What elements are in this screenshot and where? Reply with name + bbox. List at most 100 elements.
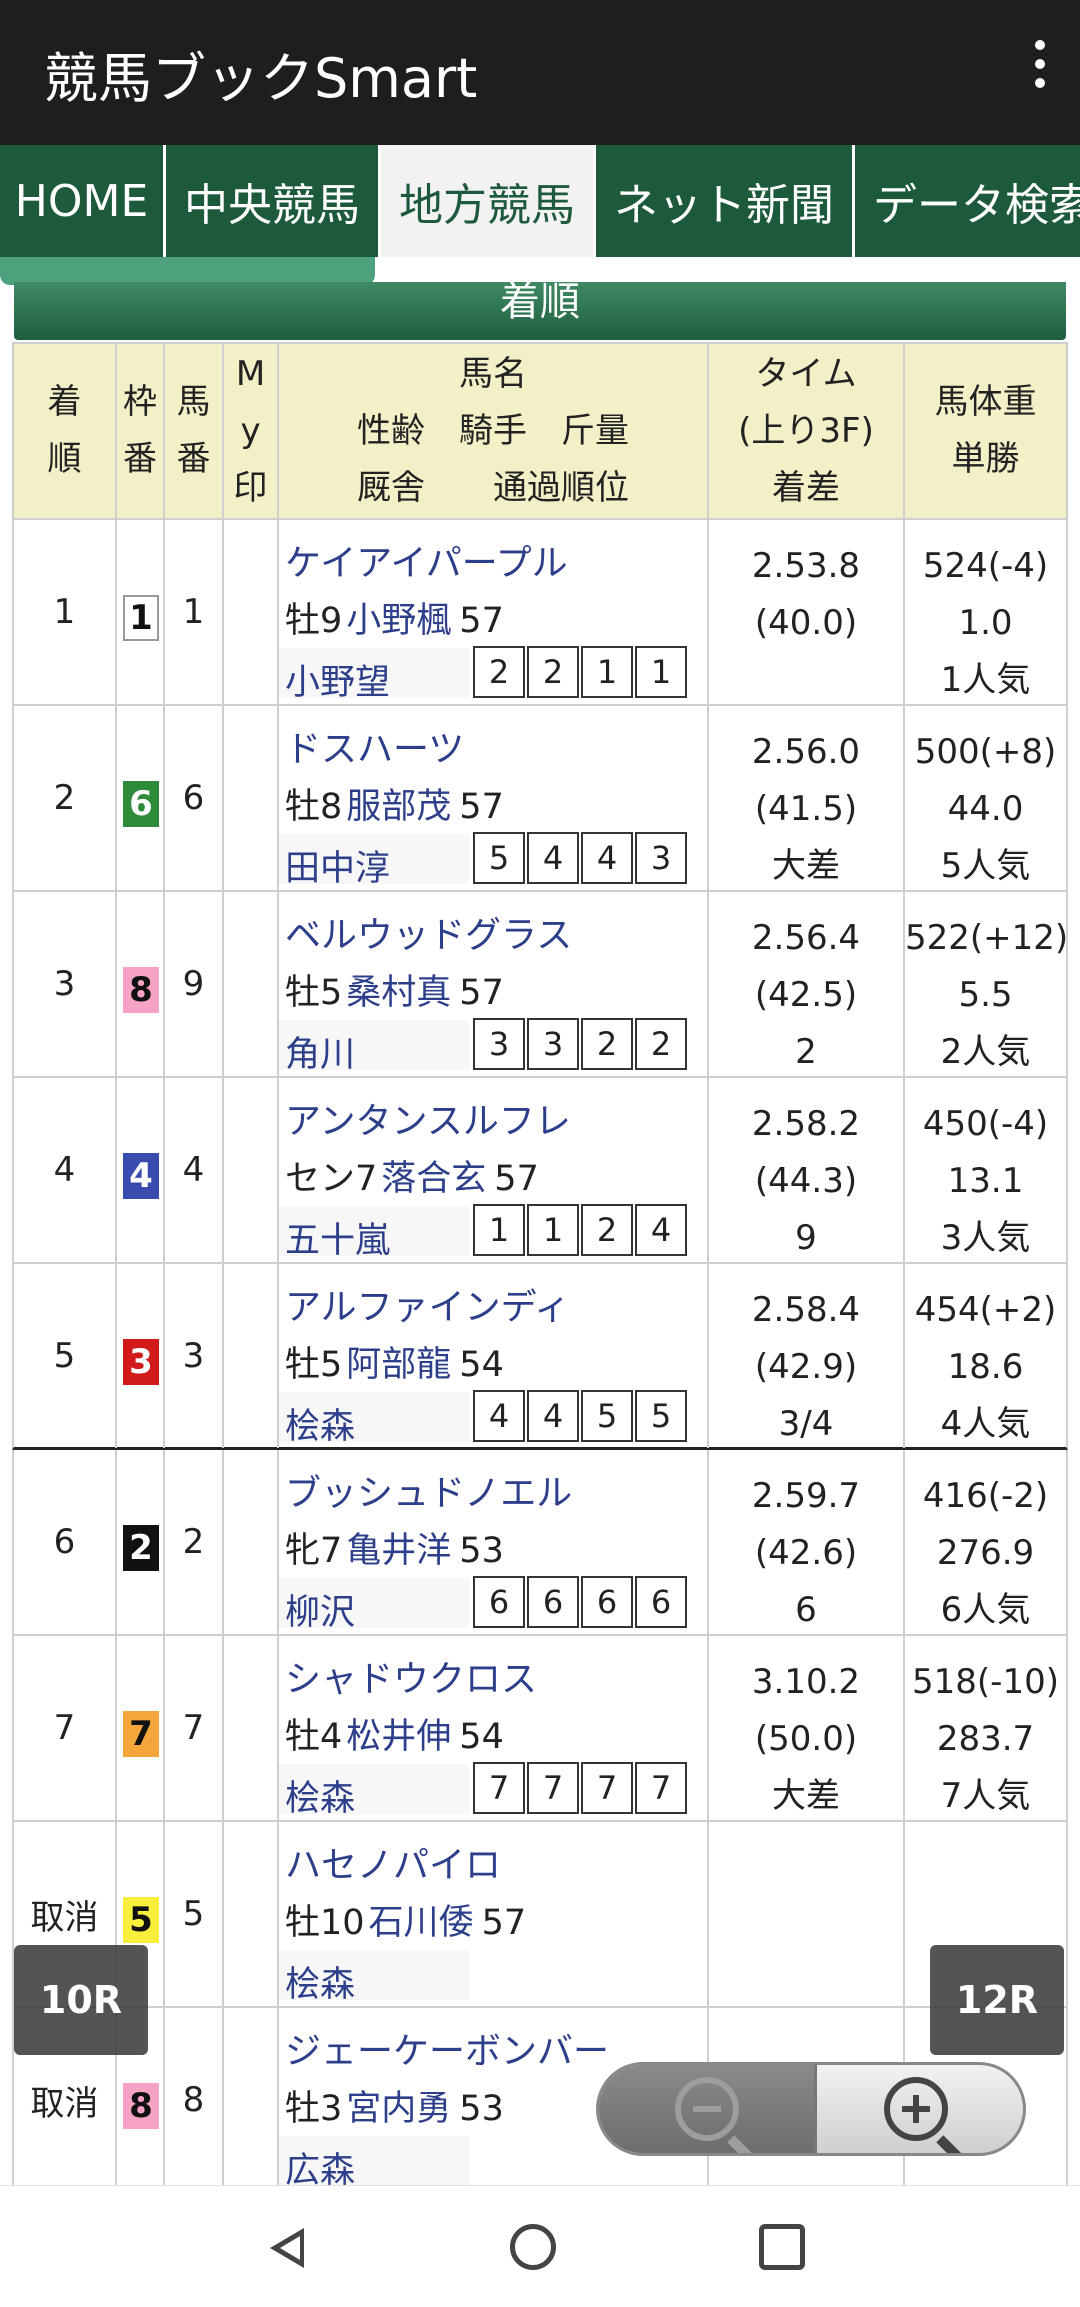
race-time: 2.53.8 xyxy=(751,546,861,586)
tab-local-racing[interactable]: 地方競馬 xyxy=(381,145,596,257)
jockey-link[interactable]: 石川倭 xyxy=(369,1903,474,1943)
passing-order-cell: 2 xyxy=(473,646,525,698)
recents-icon[interactable] xyxy=(759,2224,805,2270)
margin: 2 xyxy=(795,1032,817,1072)
passing-order-cell: 5 xyxy=(473,832,525,884)
my-mark-cell[interactable] xyxy=(224,1450,279,1634)
popularity: 5人気 xyxy=(940,846,1031,886)
passing-order-cell: 6 xyxy=(635,1576,687,1628)
my-mark-cell[interactable] xyxy=(224,1822,279,2006)
win-odds: 13.1 xyxy=(947,1161,1024,1201)
horse-name-link[interactable]: ブッシュドノエル xyxy=(285,1464,572,1516)
passing-order-cell: 5 xyxy=(581,1390,633,1442)
sex-age: 牡9 xyxy=(285,601,343,641)
jockey-link[interactable]: 亀井洋 xyxy=(346,1531,451,1571)
popularity: 7人気 xyxy=(940,1776,1031,1816)
trainer-link[interactable]: 角川 xyxy=(285,1026,355,1077)
jockey-link[interactable]: 阿部龍 xyxy=(346,1345,451,1385)
waku-badge: 3 xyxy=(123,1339,159,1385)
tab-data-search[interactable]: データ検索 xyxy=(855,145,1080,257)
my-mark-cell[interactable] xyxy=(224,520,279,704)
passing-order: 4455 xyxy=(473,1390,689,1442)
jockey-link[interactable]: 小野楓 xyxy=(346,601,451,641)
passing-order: 7777 xyxy=(473,1762,689,1814)
horse-name-link[interactable]: ハセノパイロ xyxy=(285,1836,501,1888)
table-row[interactable]: 取消 5 5 ハセノパイロ 牡10 石川倭 57 桧森 xyxy=(12,1822,1068,2008)
zoom-out-button[interactable] xyxy=(599,2065,814,2153)
zoom-out-icon xyxy=(674,2077,753,2153)
my-mark-cell[interactable] xyxy=(224,2008,279,2192)
horse-name-link[interactable]: ベルウッドグラス xyxy=(285,906,572,958)
home-icon[interactable] xyxy=(510,2224,556,2270)
passing-order-cell: 7 xyxy=(527,1762,579,1814)
passing-order: 2211 xyxy=(473,646,689,698)
trainer-link[interactable]: 田中淳 xyxy=(285,840,390,891)
horse-name-link[interactable]: アンタンスルフレ xyxy=(285,1092,571,1144)
table-row[interactable]: 1 1 1 ケイアイパープル 牡9 小野楓 57 小野望 2 2 1 1 2.53.8 (40.0) 524… xyxy=(12,520,1068,706)
sex-age: 牝7 xyxy=(285,1531,343,1571)
horse-number: 4 xyxy=(182,1150,205,1190)
next-race-button[interactable]: 12R xyxy=(930,1945,1064,2055)
my-mark-cell[interactable] xyxy=(224,1078,279,1262)
horse-name-link[interactable]: ドスハーツ xyxy=(285,720,464,772)
tab-home[interactable]: HOME xyxy=(0,145,166,257)
passing-order-cell: 2 xyxy=(581,1204,633,1256)
weight-carried: 57 xyxy=(481,1903,527,1943)
my-mark-cell[interactable] xyxy=(224,706,279,890)
table-row[interactable]: 3 8 9 ベルウッドグラス 牡5 桑村真 57 角川 3 3 2 2 2.56.4 (42.5) 2 522… xyxy=(12,892,1068,1078)
table-row[interactable]: 5 3 3 アルファインディ 牡5 阿部龍 54 桧森 4 4 5 5 2.58.4 (42.9) 3/4 4… xyxy=(12,1264,1068,1450)
margin: 大差 xyxy=(772,1776,840,1816)
horse-number: 1 xyxy=(182,592,205,632)
trainer-link[interactable]: 桧森 xyxy=(285,1770,355,1821)
sex-age: 牡4 xyxy=(285,1717,343,1757)
horse-name-link[interactable]: アルファインディ xyxy=(285,1278,570,1330)
passing-order-cell: 3 xyxy=(635,832,687,884)
passing-order-cell: 1 xyxy=(581,646,633,698)
my-mark-cell[interactable] xyxy=(224,1636,279,1820)
back-icon[interactable] xyxy=(270,2228,304,2268)
prev-race-button[interactable]: 10R xyxy=(14,1945,148,2055)
weight-carried: 53 xyxy=(459,2089,504,2129)
table-row[interactable]: 4 4 4 アンタンスルフレ セン7 落合玄 57 五十嵐 1 1 2 4 2.58.2 (44.3) 9 4… xyxy=(12,1078,1068,1264)
win-odds: 44.0 xyxy=(947,789,1024,829)
horse-name-link[interactable]: シャドウクロス xyxy=(285,1650,537,1702)
horse-name-link[interactable]: ジェーケーボンバー xyxy=(285,2022,609,2074)
race-time: 2.59.7 xyxy=(751,1476,861,1516)
table-row[interactable]: 2 6 6 ドスハーツ 牡8 服部茂 57 田中淳 5 4 4 3 2.56.0 (41.5) 大差 500(… xyxy=(12,706,1068,892)
passing-order: 6666 xyxy=(473,1576,689,1628)
finish-rank: 3 xyxy=(53,964,76,1004)
passing-order-cell: 2 xyxy=(635,1018,687,1070)
jockey-link[interactable]: 服部茂 xyxy=(346,787,451,827)
passing-order-cell: 7 xyxy=(635,1762,687,1814)
jockey-link[interactable]: 落合玄 xyxy=(381,1159,486,1199)
waku-badge: 2 xyxy=(123,1525,159,1571)
tab-net-newspaper[interactable]: ネット新聞 xyxy=(596,145,855,257)
trainer-link[interactable]: 五十嵐 xyxy=(285,1212,390,1263)
jockey-link[interactable]: 桑村真 xyxy=(346,973,451,1013)
table-row[interactable]: 6 2 2 ブッシュドノエル 牝7 亀井洋 53 柳沢 6 6 6 6 2.59.7 (42.6) 6 416… xyxy=(12,1450,1068,1636)
zoom-in-button[interactable] xyxy=(808,2065,1023,2153)
jockey-link[interactable]: 宮内勇 xyxy=(346,2089,451,2129)
trainer-link[interactable]: 小野望 xyxy=(285,654,390,705)
app-root: 競馬ブックSmart HOME 中央競馬 地方競馬 ネット新聞 データ検索 着順… xyxy=(0,0,1080,2307)
my-mark-cell[interactable] xyxy=(224,892,279,1076)
table-row[interactable]: 7 7 7 シャドウクロス 牡4 松井伸 54 桧森 7 7 7 7 3.10.2 (50.0) 大差 518… xyxy=(12,1636,1068,1822)
win-odds: 18.6 xyxy=(947,1347,1024,1387)
my-mark-cell[interactable] xyxy=(224,1264,279,1448)
sex-age: 牡5 xyxy=(285,973,343,1013)
trainer-link[interactable]: 柳沢 xyxy=(285,1584,355,1635)
last-3f: (42.6) xyxy=(754,1533,858,1573)
passing-order-cell: 6 xyxy=(581,1576,633,1628)
waku-badge: 6 xyxy=(123,781,159,827)
margin: 3/4 xyxy=(778,1404,834,1444)
win-odds: 1.0 xyxy=(958,603,1013,643)
trainer-link[interactable]: 桧森 xyxy=(285,1398,355,1449)
margin: 6 xyxy=(795,1590,817,1630)
header-time: タイム (上り3F) 着差 xyxy=(709,344,905,518)
horse-name-link[interactable]: ケイアイパープル xyxy=(285,534,568,586)
trainer-link[interactable]: 桧森 xyxy=(285,1956,355,2007)
more-vert-icon[interactable] xyxy=(1028,40,1052,96)
jockey-link[interactable]: 松井伸 xyxy=(346,1717,451,1757)
passing-order-cell: 2 xyxy=(581,1018,633,1070)
tab-central-racing[interactable]: 中央競馬 xyxy=(166,145,381,257)
